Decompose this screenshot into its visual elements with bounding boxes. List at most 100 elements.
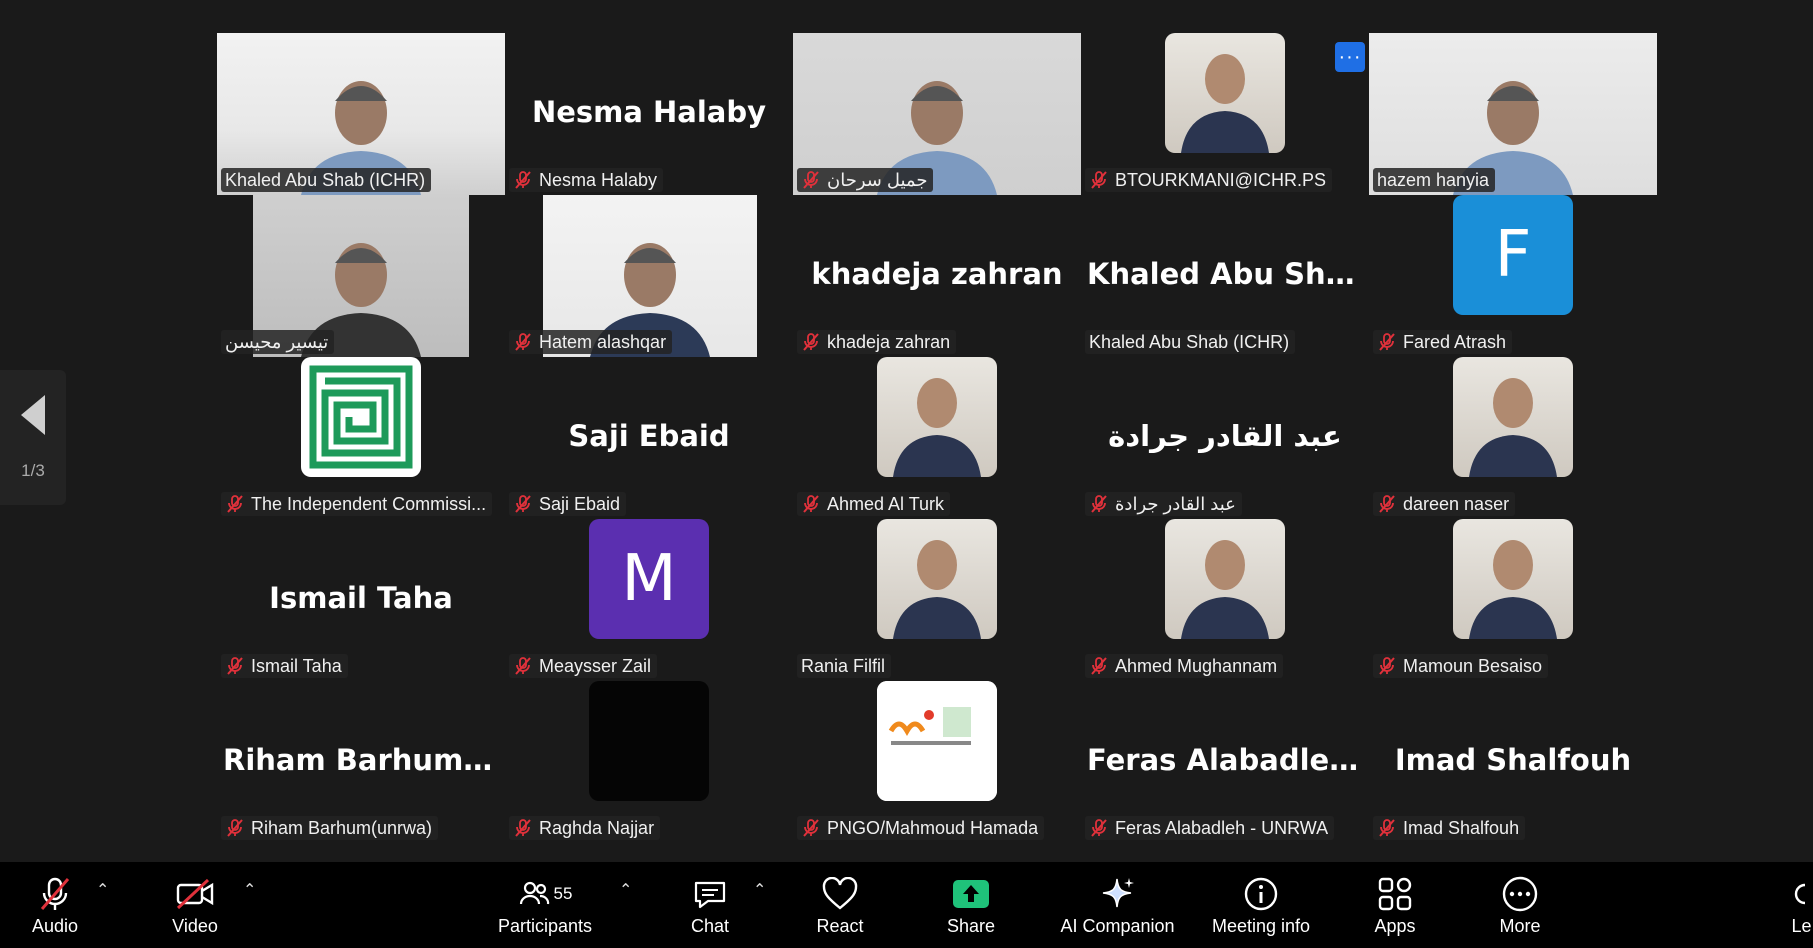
participant-name: Khaled Abu Shab (ICHR) [225, 169, 426, 190]
participant-name-tag: جميل سرحان [797, 168, 934, 192]
participant-name-tag: PNGO/Mahmoud Hamada [797, 816, 1045, 840]
react-button[interactable]: React [805, 862, 875, 948]
participant-tile[interactable]: Saji Ebaid Saji Ebaid [505, 357, 793, 519]
participant-tile[interactable]: Khaled Abu Sha... Khaled Abu Shab (ICHR) [1081, 195, 1369, 357]
participant-tile[interactable]: Riham Barhum(... Riham Barhum(unrwa) [217, 681, 505, 843]
video-options-caret-icon[interactable]: ⌃ [243, 880, 256, 900]
participant-name-tag: Nesma Halaby [509, 168, 664, 192]
participant-name: The Independent Commissi... [251, 493, 487, 514]
participant-tile[interactable]: BTOURKMANI@ICHR.PS [1081, 33, 1369, 195]
participant-tile[interactable]: hazem hanyia [1369, 33, 1657, 195]
meeting-stage: 1/3 Khaled Abu Shab (ICHR) Nesma Halaby Ne… [0, 0, 1813, 862]
participant-name: dareen naser [1403, 493, 1510, 514]
participant-name-tag: Fared Atrash [1373, 330, 1513, 354]
chat-options-caret-icon[interactable]: ⌃ [753, 880, 766, 900]
share-button[interactable]: Share [936, 862, 1006, 948]
mic-muted-icon [513, 494, 533, 514]
mic-muted-icon [1089, 170, 1109, 190]
meeting-info-label: Meeting info [1211, 916, 1311, 936]
participant-tile[interactable]: Imad Shalfouh Imad Shalfouh [1369, 681, 1657, 843]
tile-more-button[interactable]: ··· [1335, 42, 1365, 72]
apps-button[interactable]: Apps [1360, 862, 1430, 948]
participant-name: BTOURKMANI@ICHR.PS [1115, 169, 1326, 190]
participant-name: Rania Filfil [801, 655, 886, 676]
participant-tile[interactable]: The Independent Commissi... [217, 357, 505, 519]
meeting-toolbar: Audio ⌃ Video ⌃ 55 Participants ⌃ Chat ⌃… [0, 862, 1813, 948]
participant-tile[interactable]: F Fared Atrash [1369, 195, 1657, 357]
chat-button[interactable]: Chat [675, 862, 745, 948]
leave-button[interactable]: Le [1790, 862, 1813, 948]
video-label: Video [172, 916, 218, 936]
participant-tile[interactable]: Ahmed Mughannam [1081, 519, 1369, 681]
participant-tile[interactable]: Nesma Halaby Nesma Halaby [505, 33, 793, 195]
avatar [1453, 519, 1573, 639]
audio-button[interactable]: Audio [20, 862, 90, 948]
participant-name: Nesma Halaby [539, 169, 658, 190]
participant-tile[interactable]: Mamoun Besaiso [1369, 519, 1657, 681]
participant-avatar: M [589, 519, 709, 639]
mic-muted-icon [513, 332, 533, 352]
participant-tile[interactable]: PNGO/Mahmoud Hamada [793, 681, 1081, 843]
participant-tile[interactable]: Hatem alashqar [505, 195, 793, 357]
mic-muted-icon [513, 656, 533, 676]
participant-tile[interactable]: Ismail Taha Ismail Taha [217, 519, 505, 681]
share-screen-icon [952, 874, 990, 914]
left-arrow-icon[interactable] [21, 394, 45, 435]
meeting-info-button[interactable]: Meeting info [1205, 862, 1317, 948]
avatar [877, 519, 997, 639]
more-button[interactable]: More [1485, 862, 1555, 948]
participants-button[interactable]: 55 Participants [495, 862, 595, 948]
participant-tile[interactable]: khadeja zahran khadeja zahran [793, 195, 1081, 357]
participant-tile[interactable]: Feras Alabadleh... Feras Alabadleh - UNRW… [1081, 681, 1369, 843]
participant-name-tag: Khaled Abu Shab (ICHR) [221, 168, 432, 192]
apps-icon [1377, 874, 1413, 914]
info-icon [1243, 874, 1279, 914]
participant-name-tag: Rania Filfil [797, 654, 892, 678]
participant-name-tag: Khaled Abu Shab (ICHR) [1085, 330, 1296, 354]
participants-icon-wrap: 55 [518, 874, 572, 914]
participant-name-tag: Imad Shalfouh [1373, 816, 1526, 840]
audio-label: Audio [31, 916, 79, 936]
participant-name-tag: Ahmed Mughannam [1085, 654, 1284, 678]
avatar [1453, 357, 1573, 477]
mic-muted-icon [801, 818, 821, 838]
participant-tile[interactable]: تيسير محيسن [217, 195, 505, 357]
mic-muted-icon [1377, 494, 1397, 514]
participant-avatar: F [1453, 195, 1573, 315]
participant-tile[interactable]: Khaled Abu Shab (ICHR) [217, 33, 505, 195]
organization-logo-icon [877, 681, 997, 801]
participant-display-name: khadeja zahran [811, 257, 1063, 291]
participant-name: Khaled Abu Shab (ICHR) [1089, 331, 1290, 352]
audio-options-caret-icon[interactable]: ⌃ [96, 880, 109, 900]
video-button[interactable]: Video [160, 862, 230, 948]
participant-name: Ahmed Al Turk [827, 493, 945, 514]
participant-name-tag: hazem hanyia [1373, 168, 1496, 192]
mic-muted-icon [1377, 818, 1397, 838]
participant-tile[interactable]: Raghda Najjar [505, 681, 793, 843]
participant-name: Mamoun Besaiso [1403, 655, 1543, 676]
participant-name: Ahmed Mughannam [1115, 655, 1278, 676]
participants-icon [519, 881, 549, 905]
mic-muted-icon [513, 818, 533, 838]
participant-tile[interactable]: dareen naser [1369, 357, 1657, 519]
page-prev[interactable]: 1/3 [0, 370, 66, 505]
ai-companion-button[interactable]: AI Companion [1055, 862, 1180, 948]
participant-tile[interactable]: جميل سرحان [793, 33, 1081, 195]
participants-options-caret-icon[interactable]: ⌃ [619, 880, 632, 900]
participant-tile[interactable]: Rania Filfil [793, 519, 1081, 681]
chat-label: Chat [690, 916, 730, 936]
participant-name: Raghda Najjar [539, 817, 655, 838]
participant-name: Saji Ebaid [539, 493, 621, 514]
participant-name: Hatem alashqar [539, 331, 667, 352]
participant-name: hazem hanyia [1377, 169, 1490, 190]
page-indicator: 1/3 [21, 460, 45, 480]
participant-display-name: Nesma Halaby [531, 95, 767, 129]
mic-muted-icon [801, 494, 821, 514]
participant-tile[interactable]: عبد القادر جرادة عبد القادر جرادة [1081, 357, 1369, 519]
participant-display-name: Feras Alabadleh... [1087, 743, 1369, 777]
participant-tile[interactable]: M Meaysser Zail [505, 519, 793, 681]
participant-tile[interactable]: Ahmed Al Turk [793, 357, 1081, 519]
more-dots-icon [1501, 874, 1539, 914]
participant-name: Imad Shalfouh [1403, 817, 1520, 838]
participant-name: khadeja zahran [827, 331, 951, 352]
